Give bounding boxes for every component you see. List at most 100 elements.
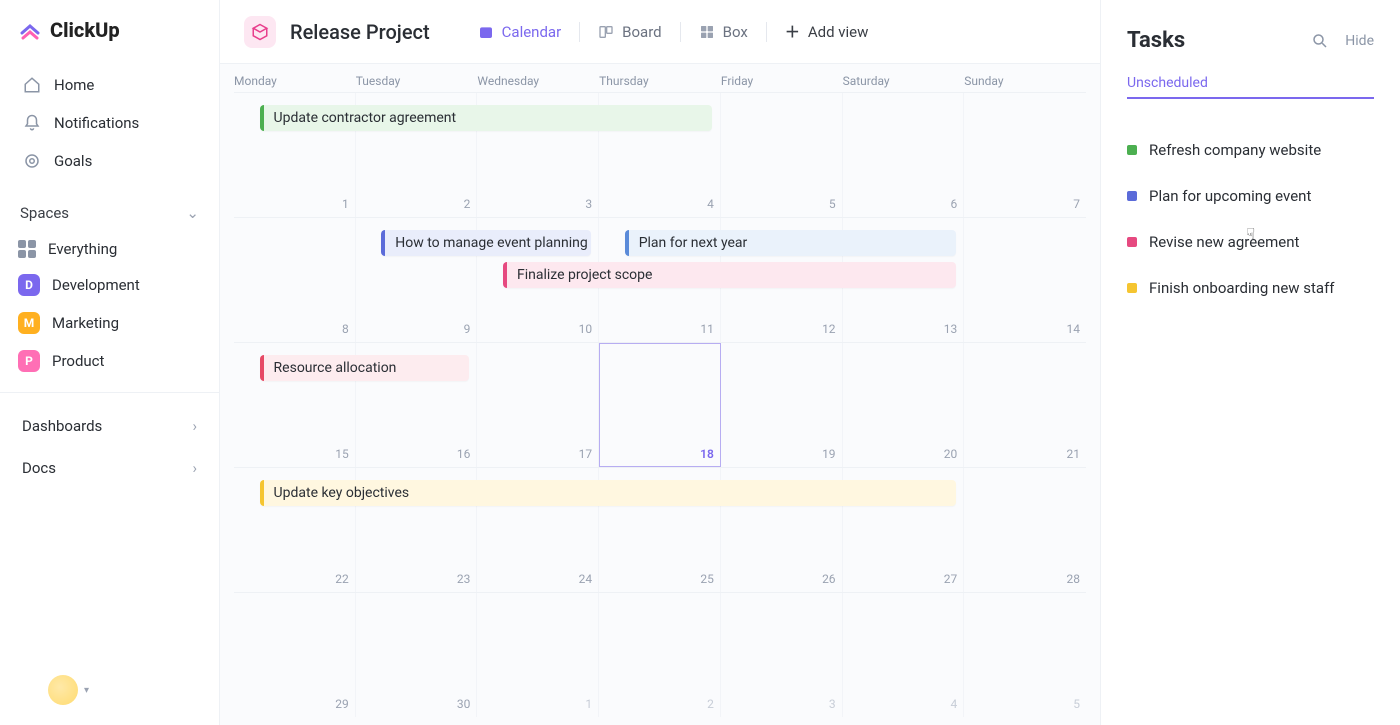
primary-nav: Home Notifications Goals [0, 62, 219, 184]
calendar-week: 1234567Update contractor agreement [234, 92, 1086, 217]
calendar-event[interactable]: How to manage event planning [381, 230, 590, 256]
nav-dashboards[interactable]: Dashboards › [0, 405, 219, 447]
view-tab-calendar[interactable]: Calendar [468, 17, 572, 47]
view-tab-label: Board [622, 23, 661, 41]
space-label: Product [52, 352, 104, 370]
date-number: 4 [707, 197, 714, 211]
brand-logo[interactable]: ClickUp [0, 18, 219, 62]
task-status-dot [1127, 191, 1137, 201]
calendar-cell[interactable]: 30 [356, 593, 478, 717]
space-product[interactable]: P Product [0, 342, 219, 380]
nav-goals[interactable]: Goals [10, 142, 209, 180]
calendar-grid[interactable]: 1234567Update contractor agreement891011… [220, 92, 1100, 725]
date-number: 21 [1067, 447, 1081, 461]
nav-label: Home [54, 76, 94, 94]
tab-separator [579, 22, 580, 42]
tasks-panel-title: Tasks [1127, 28, 1185, 53]
date-number: 28 [1067, 572, 1081, 586]
task-status-dot [1127, 237, 1137, 247]
box-icon [699, 24, 715, 40]
calendar-cell[interactable]: 1 [477, 593, 599, 717]
calendar-cell[interactable]: 8 [234, 218, 356, 342]
weekday-label: Monday [234, 74, 356, 88]
space-everything[interactable]: Everything [0, 232, 219, 266]
space-development[interactable]: D Development [0, 266, 219, 304]
date-number: 18 [700, 447, 714, 461]
calendar-cell[interactable]: 5 [964, 593, 1086, 717]
search-icon[interactable] [1311, 32, 1329, 50]
hide-panel-button[interactable]: Hide [1345, 33, 1374, 49]
date-number: 12 [822, 322, 836, 336]
task-label: Refresh company website [1149, 141, 1321, 159]
nav-label: Dashboards [22, 417, 102, 435]
date-number: 1 [585, 697, 592, 711]
calendar-event[interactable]: Update key objectives [260, 480, 956, 506]
space-badge: M [18, 312, 40, 334]
date-number: 5 [829, 197, 836, 211]
calendar-event[interactable]: Resource allocation [260, 355, 469, 381]
home-icon [22, 75, 42, 95]
date-number: 8 [342, 322, 349, 336]
calendar-week: 22232425262728Update key objectives [234, 467, 1086, 592]
task-item[interactable]: Finish onboarding new staff [1127, 265, 1374, 311]
calendar-event-label: Update contractor agreement [274, 110, 457, 126]
main: Release Project Calendar Board [220, 0, 1100, 725]
calendar-event[interactable]: Finalize project scope [503, 262, 956, 288]
calendar-cell[interactable]: 17 [477, 343, 599, 467]
task-item[interactable]: Plan for upcoming event [1127, 173, 1374, 219]
calendar-cell[interactable]: 7 [964, 93, 1086, 217]
task-label: Plan for upcoming event [1149, 187, 1311, 205]
date-number: 16 [457, 447, 471, 461]
calendar-cell[interactable]: 3 [721, 593, 843, 717]
calendar-event-label: Resource allocation [274, 360, 397, 376]
calendar-cell[interactable]: 29 [234, 593, 356, 717]
space-label: Marketing [52, 314, 119, 332]
caret-down-icon: ▾ [84, 685, 89, 696]
nav-docs[interactable]: Docs › [0, 447, 219, 489]
calendar-event-label: Finalize project scope [517, 267, 652, 283]
chevron-right-icon: › [192, 417, 197, 435]
spaces-header[interactable]: Spaces ⌄ [0, 184, 219, 232]
nav-home[interactable]: Home [10, 66, 209, 104]
calendar-cell[interactable]: 2 [599, 593, 721, 717]
date-number: 7 [1073, 197, 1080, 211]
date-number: 2 [464, 197, 471, 211]
space-label: Everything [48, 240, 117, 258]
calendar-cell[interactable]: 6 [843, 93, 965, 217]
calendar-cell[interactable]: 18 [599, 343, 721, 467]
calendar-week: 2930 123 45 [234, 592, 1086, 717]
space-marketing[interactable]: M Marketing [0, 304, 219, 342]
calendar-cell[interactable]: 20 [843, 343, 965, 467]
task-list: Refresh company website Plan for upcoming… [1127, 127, 1374, 311]
calendar-event[interactable]: Plan for next year [625, 230, 956, 256]
weekday-label: Saturday [843, 74, 965, 88]
project-title: Release Project [290, 20, 430, 44]
calendar-cell[interactable]: 19 [721, 343, 843, 467]
grid-icon [18, 240, 36, 258]
target-icon [22, 151, 42, 171]
calendar-event[interactable]: Update contractor agreement [260, 105, 713, 131]
calendar-event-label: How to manage event planning [395, 235, 587, 251]
add-view-button[interactable]: ＋ Add view [775, 15, 879, 48]
calendar-week: 15161718192021Resource allocation [234, 342, 1086, 467]
date-number: 4 [951, 697, 958, 711]
calendar-cell[interactable]: 5 [721, 93, 843, 217]
plus-icon: ＋ [785, 21, 800, 42]
task-item[interactable]: Revise new agreement [1127, 219, 1374, 265]
space-badge: D [18, 274, 40, 296]
view-tab-box[interactable]: Box [689, 17, 758, 47]
view-tabs: Calendar Board Box [468, 15, 879, 48]
calendar-cell[interactable]: 28 [964, 468, 1086, 592]
chevron-right-icon: › [192, 459, 197, 477]
date-number: 6 [951, 197, 958, 211]
nav-notifications[interactable]: Notifications [10, 104, 209, 142]
calendar-cell[interactable]: 14 [964, 218, 1086, 342]
date-number: 10 [579, 322, 593, 336]
tasks-panel: Tasks Hide Unscheduled Refresh company w… [1100, 0, 1400, 725]
calendar-cell[interactable]: 21 [964, 343, 1086, 467]
task-item[interactable]: Refresh company website [1127, 127, 1374, 173]
tasks-panel-tab-unscheduled[interactable]: Unscheduled [1127, 75, 1374, 99]
view-tab-board[interactable]: Board [588, 17, 671, 47]
user-menu[interactable]: ▾ [48, 675, 89, 705]
calendar-cell[interactable]: 4 [843, 593, 965, 717]
